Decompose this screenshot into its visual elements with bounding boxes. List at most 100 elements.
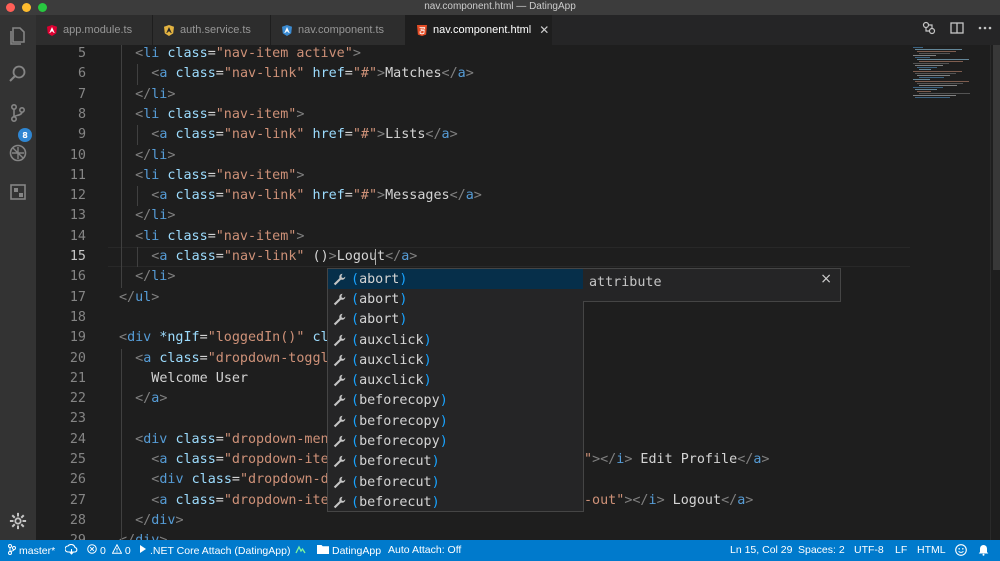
suggestion-item[interactable]: (auxclick) <box>328 330 583 350</box>
suggestion-item[interactable]: (beforecopy) <box>328 411 583 431</box>
tab-nav-component-ts[interactable]: nav.component.ts <box>271 15 406 45</box>
suggestion-item[interactable]: (auxclick) <box>328 371 583 391</box>
code-line[interactable]: </div> <box>119 531 167 540</box>
tab-auth-service[interactable]: auth.service.ts <box>153 15 271 45</box>
suggestion-label: (beforecut) <box>351 454 440 470</box>
encoding-setting[interactable]: UTF-8 <box>854 544 884 556</box>
language-mode[interactable]: HTML <box>917 544 946 556</box>
minimap-line <box>919 69 931 70</box>
code-line[interactable]: <a class="nav-link" ()>Logout</a> <box>151 247 417 267</box>
line-number: 10 <box>69 147 86 163</box>
suggestion-widget[interactable]: (abort) (abort) (abort) (auxclick) (auxclick… <box>327 268 584 512</box>
code-line[interactable]: </li> <box>135 85 175 105</box>
code-token-punct: > <box>167 86 176 102</box>
code-line[interactable]: Welcome User <box>151 369 248 389</box>
code-line[interactable]: </li> <box>135 206 175 226</box>
code-token-str: "dropdown-toggl <box>207 350 329 366</box>
search-icon[interactable] <box>6 62 30 86</box>
code-token-str: "nav-item active" <box>215 46 353 61</box>
code-line[interactable]: </a> <box>135 389 167 409</box>
eol-setting[interactable]: LF <box>895 544 907 556</box>
code-line[interactable]: <li class="nav-item"> <box>135 105 304 125</box>
code-line[interactable]: <li class="nav-item active"> <box>135 45 361 64</box>
code-token-text: = <box>215 431 224 447</box>
suggestion-item[interactable]: (abort) <box>328 269 583 290</box>
minimap-line <box>915 89 937 90</box>
more-actions-icon[interactable] <box>978 21 992 35</box>
code-line[interactable]: <div class="dropdown-men <box>135 430 329 450</box>
feedback-icon[interactable] <box>955 544 967 556</box>
suggestion-item[interactable]: (abort) <box>328 310 583 330</box>
code-token-text: Messages <box>385 188 450 204</box>
code-line-tail[interactable]: -out"></i> Logout</a> <box>584 491 753 511</box>
cursor-position[interactable]: Ln 15, Col 29 <box>730 544 792 556</box>
minimap-line <box>913 87 943 88</box>
scrollbar-thumb[interactable] <box>993 45 1000 270</box>
indent-guide <box>137 125 139 146</box>
live-share-icon[interactable] <box>295 544 306 555</box>
folder-icon <box>317 544 329 557</box>
code-token-attr: class <box>175 66 216 82</box>
minimap-line <box>915 97 950 98</box>
tab-label: auth.service.ts <box>180 24 251 36</box>
branch-indicator[interactable]: master* <box>8 544 55 558</box>
vertical-scrollbar[interactable] <box>990 45 1000 540</box>
code-token-punct: </ <box>385 249 402 264</box>
suggestion-item[interactable]: (auxclick) <box>328 350 583 370</box>
code-token-tag: li <box>143 46 160 61</box>
code-line[interactable]: </li> <box>135 267 175 287</box>
line-number: 15 <box>69 249 86 264</box>
wrench-icon <box>328 334 350 347</box>
code-line[interactable]: <div class="dropdown-d <box>151 470 328 490</box>
code-line[interactable]: <a class="dropdown-ite <box>151 491 328 511</box>
close-tab-icon[interactable]: ✕ <box>539 23 549 37</box>
indentation-setting[interactable]: Spaces: 2 <box>798 544 845 556</box>
suggestion-label: (abort) <box>351 312 408 328</box>
extensions-icon[interactable] <box>6 180 30 204</box>
code-line-tail[interactable]: "></i> Edit Profile</a> <box>584 450 769 470</box>
code-line[interactable]: <a class="nav-link" href="#">Matches</a> <box>151 64 474 84</box>
code-token-attr: href <box>312 188 345 204</box>
close-details-icon[interactable]: × <box>820 271 832 287</box>
debug-icon[interactable] <box>6 141 30 165</box>
suggestion-item[interactable]: (abort) <box>328 289 583 309</box>
suggestion-item[interactable]: (beforecut) <box>328 492 583 512</box>
code-token-punct: > <box>473 188 482 204</box>
auto-attach-toggle[interactable]: Auto Attach: Off <box>388 544 461 556</box>
tab-nav-component-html[interactable]: nav.component.html ✕ <box>406 15 552 45</box>
code-line[interactable]: <li class="nav-item"> <box>135 227 304 247</box>
wrench-icon <box>328 476 350 489</box>
code-line[interactable]: </li> <box>135 146 175 166</box>
line-number: 8 <box>77 106 86 122</box>
code-line[interactable]: <a class="nav-link" href="#">Lists</a> <box>151 125 457 145</box>
sync-icon[interactable] <box>65 544 78 555</box>
gear-icon[interactable] <box>6 509 30 533</box>
code-line[interactable]: <a class="nav-link" href="#">Messages</a… <box>151 186 482 206</box>
suggestion-item[interactable]: (beforecut) <box>328 452 583 472</box>
source-control-icon[interactable] <box>6 101 30 125</box>
code-token-tag: a <box>457 66 466 82</box>
minimap-line <box>913 63 949 64</box>
open-changes-icon[interactable] <box>922 21 936 35</box>
code-line[interactable]: </ul> <box>119 288 159 308</box>
suggestion-item[interactable]: (beforecut) <box>328 472 583 492</box>
line-number: 6 <box>77 66 86 82</box>
folder-indicator[interactable]: DatingApp <box>317 544 381 557</box>
code-token-text: = <box>207 167 216 183</box>
code-line[interactable]: <a class="dropdown-ite <box>151 450 328 470</box>
notifications-icon[interactable] <box>978 544 989 556</box>
suggestion-item[interactable]: (beforecopy) <box>328 431 583 451</box>
code-line[interactable]: <li class="nav-item"> <box>135 166 304 186</box>
code-token-punct: < <box>135 431 144 447</box>
git-branch-icon <box>8 544 16 558</box>
code-line[interactable]: <div *ngIf="loggedIn()" cl <box>119 328 329 348</box>
tab-app-module[interactable]: app.module.ts <box>36 15 153 45</box>
minimap[interactable] <box>910 45 990 540</box>
split-editor-icon[interactable] <box>950 21 964 35</box>
code-line[interactable]: </div> <box>135 511 183 531</box>
code-line[interactable]: <a class="dropdown-toggl <box>135 349 329 369</box>
explorer-icon[interactable] <box>6 24 30 48</box>
problems-indicator[interactable]: 0 0 <box>87 543 131 557</box>
debug-configuration[interactable]: .NET Core Attach (DatingApp) <box>139 544 290 557</box>
suggestion-item[interactable]: (beforecopy) <box>328 391 583 411</box>
